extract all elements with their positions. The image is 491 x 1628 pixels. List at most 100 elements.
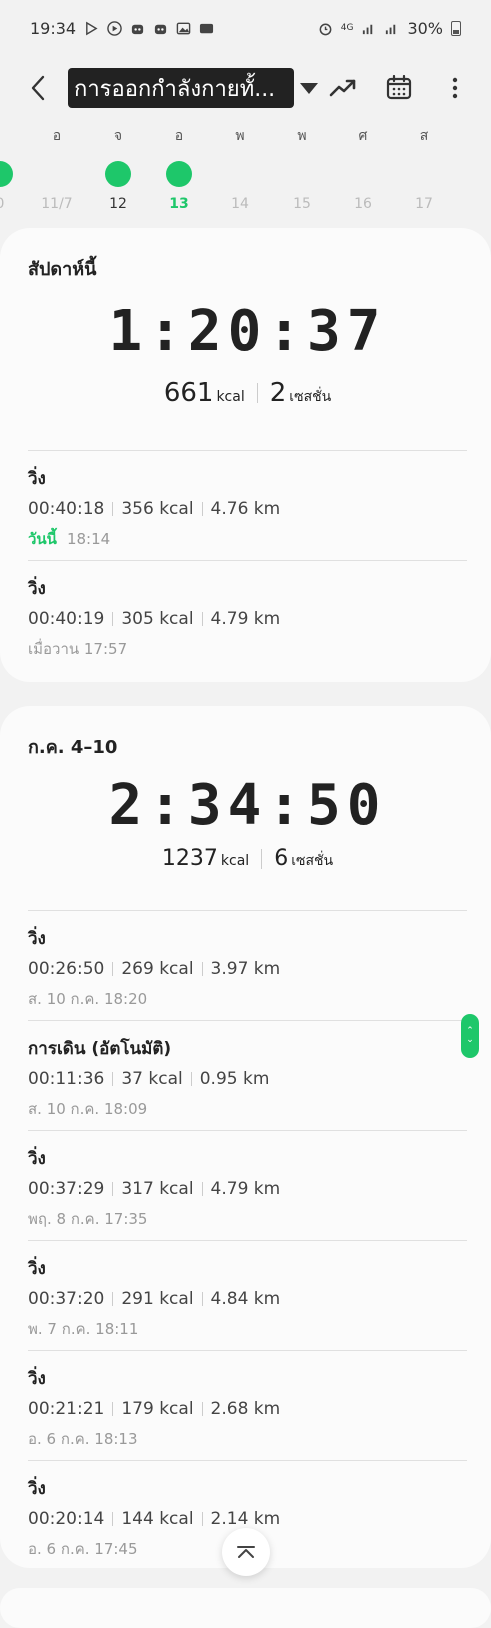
- back-button[interactable]: [24, 68, 52, 108]
- workout-entry[interactable]: วิ่ง 00:37:29 317 kcal 4.79 km พฤ. 8 ก.ค…: [28, 1130, 467, 1240]
- workout-distance: 3.97 km: [210, 959, 281, 979]
- day-number: 11/7: [41, 196, 73, 212]
- alarm-icon: [319, 23, 332, 35]
- day-letter: ศ: [358, 128, 368, 144]
- workout-kcal: 305 kcal: [121, 609, 194, 629]
- workout-type: วิ่ง: [28, 929, 46, 949]
- status-right: 4G 30%: [318, 19, 461, 38]
- play-icon: [107, 20, 122, 36]
- network-type: 4G: [340, 23, 354, 33]
- workout-kcal: 269 kcal: [121, 959, 194, 979]
- week-day[interactable]: ศ 16: [338, 120, 388, 212]
- workout-kcal: 356 kcal: [121, 499, 194, 519]
- week-day-today[interactable]: อ 13: [154, 120, 204, 212]
- total-kcal: 661: [163, 378, 214, 408]
- divider: [201, 502, 203, 516]
- day-letter: พ: [297, 128, 307, 144]
- kcal-unit: kcal: [216, 389, 245, 405]
- week-day[interactable]: 0: [0, 120, 25, 212]
- workout-duration: 00:37:20: [28, 1289, 105, 1309]
- workout-dot: [105, 161, 131, 187]
- week-day[interactable]: จ 12: [93, 120, 143, 212]
- workout-date: เมื่อวาน 17:57: [28, 640, 128, 658]
- divider: [112, 612, 114, 626]
- signal-icon-2: [386, 24, 396, 34]
- day-number: 17: [415, 196, 433, 212]
- page-title[interactable]: การออกกำลังกายทั้...: [68, 68, 294, 108]
- workout-duration: 00:11:36: [28, 1069, 105, 1089]
- more-options-button[interactable]: [435, 68, 475, 108]
- week-summary: 661 kcal 2 เซสชั่น: [28, 378, 467, 408]
- workout-entry[interactable]: วิ่ง 00:21:21 179 kcal 2.68 km อ. 6 ก.ค.…: [28, 1350, 467, 1460]
- battery-percent: 30%: [407, 18, 443, 38]
- workout-stats: 00:26:50 269 kcal 3.97 km: [28, 957, 467, 981]
- more-vert-icon: [452, 77, 458, 99]
- divider: [256, 383, 258, 403]
- play-store-icon: [86, 21, 98, 35]
- robot-icon: [131, 24, 144, 34]
- workout-entry[interactable]: วิ่ง 00:26:50 269 kcal 3.97 km ส. 10 ก.ค…: [28, 910, 467, 1020]
- workout-duration: 00:20:14: [28, 1509, 105, 1529]
- workout-stats: 00:37:20 291 kcal 4.84 km: [28, 1287, 467, 1311]
- status-left: 19:34: [30, 19, 214, 38]
- week-day[interactable]: อ 11/7: [32, 120, 82, 212]
- app-bar: การออกกำลังกายทั้...: [0, 56, 491, 120]
- workout-duration: 00:40:18: [28, 499, 105, 519]
- fast-scroll-handle[interactable]: ⌃ ⌄: [461, 1014, 479, 1058]
- workout-distance: 4.76 km: [210, 499, 281, 519]
- divider: [112, 1182, 114, 1196]
- divider: [112, 1512, 114, 1526]
- session-unit: เซสชั่น: [291, 853, 334, 869]
- workout-entry[interactable]: วิ่ง 00:40:19 305 kcal 4.79 km เมื่อวาน …: [28, 560, 467, 670]
- back-arrow-icon: [31, 75, 45, 101]
- trends-button[interactable]: [323, 68, 363, 108]
- divider: [190, 1072, 192, 1086]
- workout-distance: 2.14 km: [210, 1509, 281, 1529]
- workout-type: วิ่ง: [28, 579, 46, 599]
- day-letter: ส: [419, 128, 429, 144]
- workout-type: การเดิน (อัตโนมัติ): [28, 1039, 172, 1059]
- this-week-card: สัปดาห์นี้ 1:20:37 661 kcal 2 เซสชั่น วิ่ง…: [0, 228, 491, 682]
- gallery-icon: [176, 22, 191, 34]
- workout-distance: 0.95 km: [199, 1069, 270, 1089]
- status-bar: 19:34 4G 30%: [0, 0, 491, 56]
- session-count: 6: [274, 846, 289, 871]
- workout-time: 18:14: [66, 530, 111, 548]
- workout-kcal: 317 kcal: [121, 1179, 194, 1199]
- workout-date: พ. 7 ก.ค. 18:11: [28, 1320, 139, 1338]
- total-kcal: 1237: [161, 846, 218, 871]
- workout-kcal: 291 kcal: [121, 1289, 194, 1309]
- workout-duration: 00:21:21: [28, 1399, 105, 1419]
- week-day[interactable]: ส 17: [399, 120, 449, 212]
- scroll-to-top-button[interactable]: [222, 1528, 270, 1576]
- total-time: 2:34:50: [108, 773, 387, 838]
- day-letter: อ: [174, 128, 184, 144]
- calendar-button[interactable]: [379, 68, 419, 108]
- divider: [112, 1072, 114, 1086]
- battery-icon: [451, 20, 461, 36]
- week-day[interactable]: พ 14: [215, 120, 265, 212]
- status-time: 19:34: [30, 18, 77, 38]
- day-number: 13: [169, 196, 189, 212]
- workout-distance: 4.84 km: [210, 1289, 281, 1309]
- workout-entry[interactable]: การเดิน (อัตโนมัติ) 00:11:36 37 kcal 0.9…: [28, 1020, 467, 1130]
- next-card-peek: [0, 1588, 491, 1628]
- title-dropdown-button[interactable]: [296, 68, 322, 108]
- day-number: 15: [293, 196, 311, 212]
- day-letter: พ: [235, 128, 245, 144]
- divider: [201, 1292, 203, 1306]
- week-day[interactable]: พ 15: [277, 120, 327, 212]
- divider: [201, 1182, 203, 1196]
- workout-date: ส. 10 ก.ค. 18:09: [28, 1100, 148, 1118]
- previous-week-card: ก.ค. 4–10 2:34:50 1237 kcal 6 เซสชั่น วิ่ง…: [0, 706, 491, 1568]
- workout-stats: 00:40:18 356 kcal 4.76 km: [28, 497, 467, 521]
- workout-date: วันนี้ 18:14: [28, 527, 467, 551]
- kcal-unit: kcal: [220, 853, 250, 869]
- divider: [112, 1292, 114, 1306]
- workout-date: พฤ. 8 ก.ค. 17:35: [28, 1210, 148, 1228]
- divider: [112, 1402, 114, 1416]
- workout-entry[interactable]: วิ่ง 00:40:18 356 kcal 4.76 km วันนี้ 18:…: [28, 450, 467, 560]
- workout-entry[interactable]: วิ่ง 00:37:20 291 kcal 4.84 km พ. 7 ก.ค.…: [28, 1240, 467, 1350]
- day-letter: อ: [52, 128, 62, 144]
- workout-date: ส. 10 ก.ค. 18:20: [28, 990, 148, 1008]
